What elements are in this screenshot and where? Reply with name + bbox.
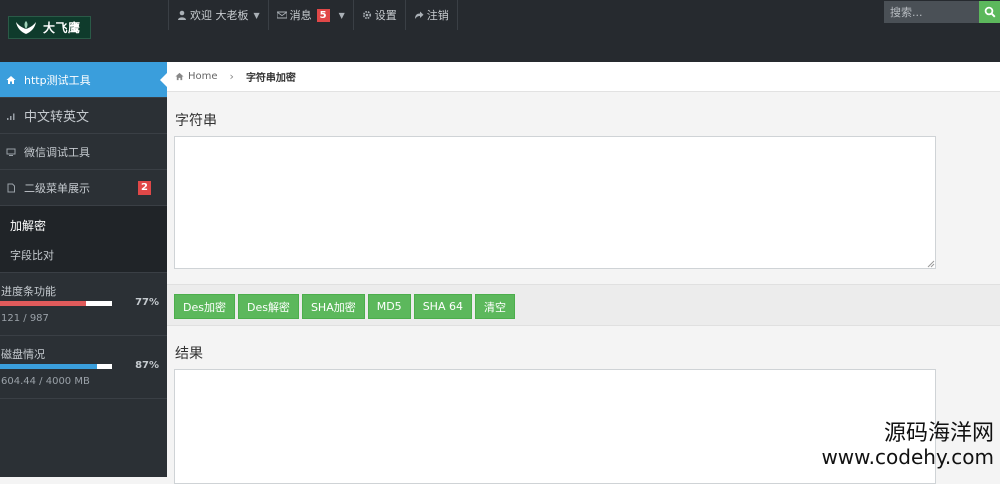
submenu-item-label: 字段比对 <box>10 249 54 262</box>
user-icon <box>178 10 186 20</box>
sha-encrypt-button[interactable]: SHA加密 <box>301 294 365 319</box>
stat-label: 磁盘情况 <box>1 348 45 361</box>
signal-bars-icon <box>7 113 15 120</box>
stat-detail: 121 / 987 <box>1 313 49 324</box>
submenu-item-label: 加解密 <box>10 218 47 233</box>
eagle-logo-icon <box>16 20 36 34</box>
brand-name: 大飞鹰 <box>43 21 81 35</box>
submenu-item-field-compare[interactable]: 字段比对 <box>0 240 167 270</box>
stat-percent: 87% <box>135 360 159 371</box>
main-content: Home › 字符串加密 字符串 Des加密 Des解密 SHA加密 MD5 S… <box>167 62 1000 484</box>
sidebar-item-label: 中文转英文 <box>24 110 90 125</box>
breadcrumb-current: 字符串加密 <box>245 73 296 84</box>
action-toolbar: Des加密 Des解密 SHA加密 MD5 SHA 64 清空 <box>167 284 1000 326</box>
brand-logo[interactable]: 大飞鹰 <box>8 16 91 39</box>
share-arrow-icon <box>414 11 424 19</box>
submenu-list: 加解密 字段比对 <box>0 206 167 273</box>
submenu-item-encrypt[interactable]: 加解密 <box>0 210 167 240</box>
submenu-count-badge: 2 <box>138 181 151 195</box>
disk-bar-fill <box>0 364 98 369</box>
site-watermark: 源码海洋网 www.codehy.com <box>821 421 994 469</box>
stat-detail: 604.44 / 4000 MB <box>1 376 90 387</box>
home-icon <box>6 75 16 84</box>
nav-welcome-label: 欢迎 大老板 <box>190 9 249 22</box>
action-buttons: Des加密 Des解密 SHA加密 MD5 SHA 64 清空 <box>174 294 515 319</box>
output-label: 结果 <box>175 346 203 362</box>
top-nav: 欢迎 大老板 ▼ 消息 5 ▼ 设置 注销 <box>168 0 458 30</box>
md5-button[interactable]: MD5 <box>367 294 411 319</box>
breadcrumb-home-link[interactable]: Home <box>188 71 218 82</box>
des-encrypt-button[interactable]: Des加密 <box>174 294 235 319</box>
nav-messages-label: 消息 <box>289 9 312 22</box>
progress-bar-fill <box>0 301 87 306</box>
breadcrumb: Home › 字符串加密 <box>167 62 1000 92</box>
chevron-right-icon: › <box>229 70 234 83</box>
input-label: 字符串 <box>175 113 217 129</box>
nav-user-menu[interactable]: 欢迎 大老板 ▼ <box>168 0 269 30</box>
resize-handle-icon[interactable] <box>927 260 935 268</box>
des-decrypt-button[interactable]: Des解密 <box>237 294 299 319</box>
nav-logout-label: 注销 <box>426 9 449 22</box>
document-icon <box>7 183 15 192</box>
search-button[interactable] <box>979 1 1000 23</box>
sidebar-item-label: http测试工具 <box>24 73 91 87</box>
home-icon <box>175 72 184 81</box>
sidebar-item-label: 微信调试工具 <box>24 145 90 159</box>
input-wrapper <box>174 136 936 269</box>
sidebar-item-wechat-debug[interactable]: 微信调试工具 <box>0 134 167 170</box>
monitor-icon <box>6 148 16 156</box>
gear-icon <box>362 10 371 20</box>
envelope-icon <box>276 11 287 19</box>
sha64-button[interactable]: SHA 64 <box>413 294 472 319</box>
sidebar-item-http-tool[interactable]: http测试工具 <box>0 62 168 98</box>
search-box <box>884 1 1000 23</box>
progress-bar <box>0 301 112 306</box>
watermark-url: www.codehy.com <box>821 445 994 470</box>
nav-messages[interactable]: 消息 5 ▼ <box>269 0 354 30</box>
stat-label: 进度条功能 <box>1 285 56 298</box>
sidebar-item-label: 二级菜单展示 <box>24 181 90 195</box>
messages-count-badge: 5 <box>316 8 330 22</box>
nav-logout[interactable]: 注销 <box>406 0 458 30</box>
caret-down-icon: ▼ <box>253 10 260 20</box>
stat-percent: 77% <box>135 297 159 308</box>
input-textarea[interactable] <box>174 136 936 269</box>
search-icon <box>984 6 995 18</box>
nav-settings-label: 设置 <box>374 9 397 22</box>
search-input[interactable] <box>884 1 979 23</box>
sidebar-item-submenu-demo[interactable]: 二级菜单展示 2 <box>0 170 167 206</box>
clear-button[interactable]: 清空 <box>474 294 515 319</box>
progress-stat: 进度条功能 77% 121 / 987 <box>0 273 167 336</box>
sidebar-item-cn-to-en[interactable]: 中文转英文 <box>0 98 167 134</box>
nav-settings[interactable]: 设置 <box>354 0 406 30</box>
sidebar: http测试工具 中文转英文 微信调试工具 二级菜单展示 2 加解密 字段比对 … <box>0 62 168 477</box>
disk-bar <box>0 364 112 369</box>
disk-stat: 磁盘情况 87% 604.44 / 4000 MB <box>0 336 167 399</box>
caret-down-icon: ▼ <box>338 10 345 20</box>
top-navbar: 大飞鹰 欢迎 大老板 ▼ 消息 5 ▼ 设置 注销 <box>0 0 1000 63</box>
watermark-cn: 源码海洋网 <box>883 421 994 446</box>
